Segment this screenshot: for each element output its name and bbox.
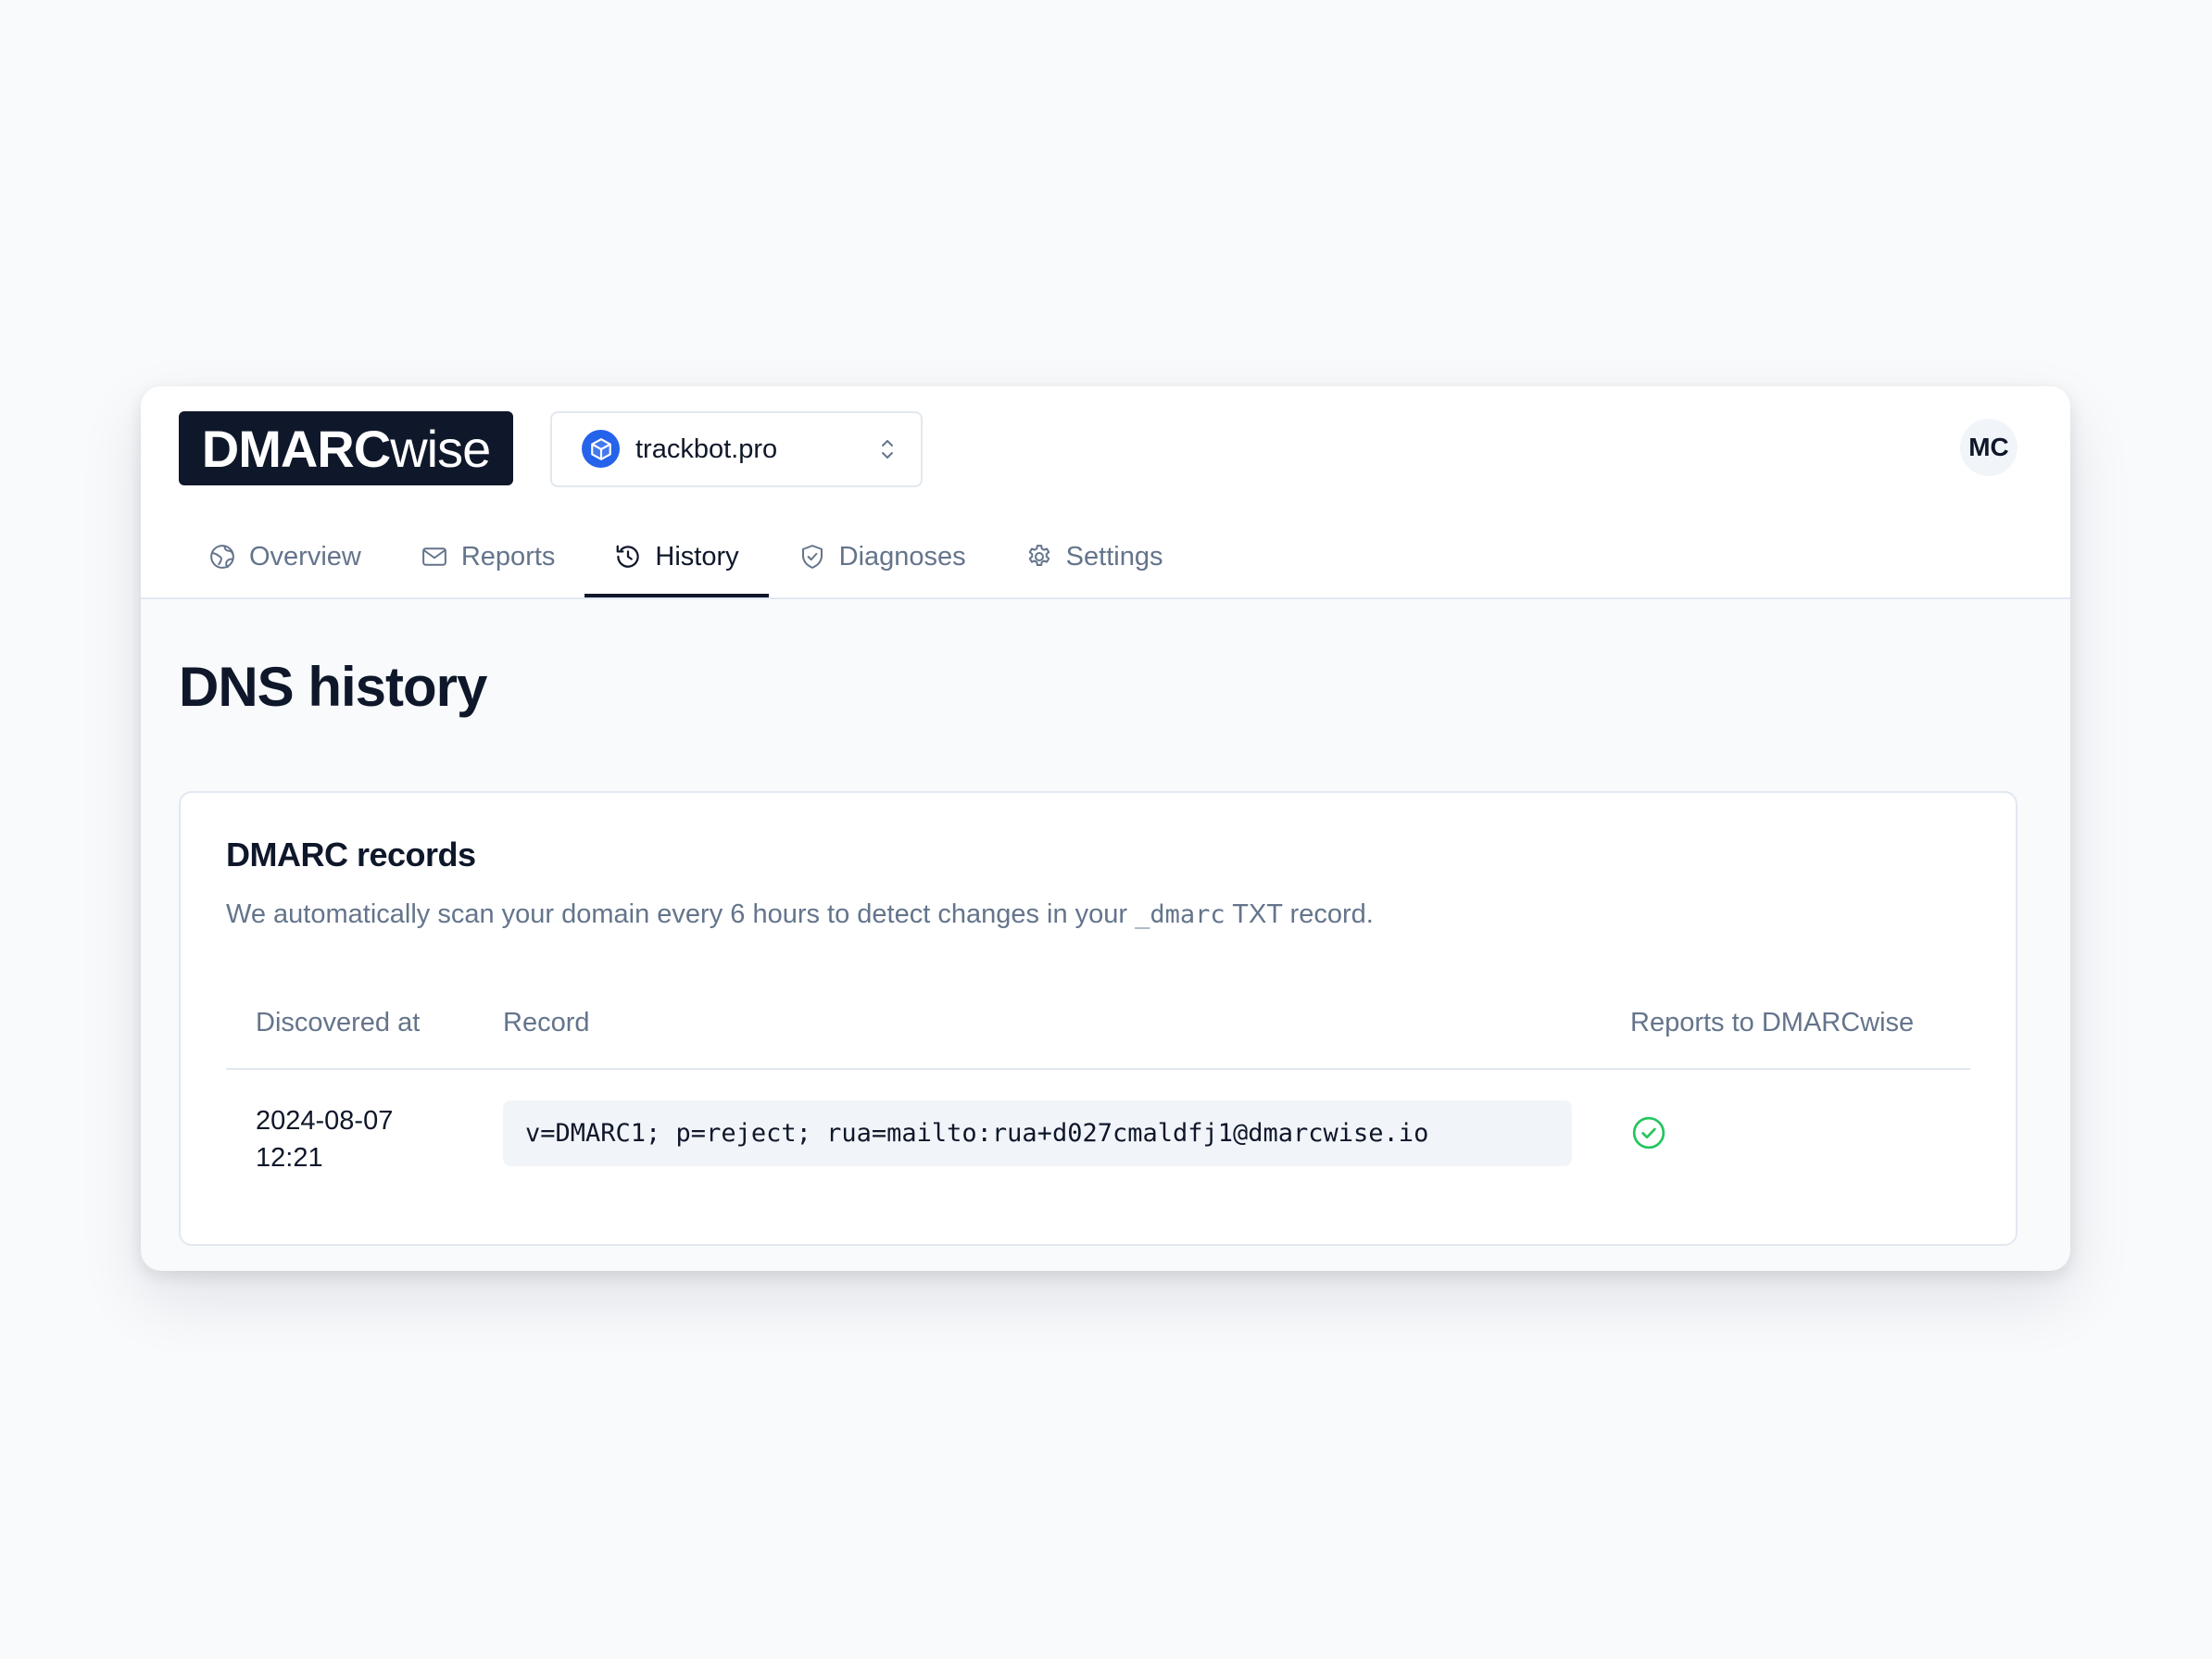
- tab-label: Overview: [249, 541, 361, 572]
- tab-history[interactable]: History: [584, 516, 769, 597]
- logo-light-text: wise: [390, 419, 491, 478]
- user-initials: MC: [1968, 433, 2009, 461]
- chevron-up-down-icon: [882, 440, 893, 459]
- shield-check-icon: [801, 545, 823, 569]
- dmarc-record-name: _dmarc: [1135, 900, 1225, 929]
- card-description-text: We automatically scan your domain every …: [226, 899, 1136, 929]
- column-header-discovered-at: Discovered at: [256, 1008, 421, 1037]
- user-avatar[interactable]: MC: [1960, 419, 2017, 476]
- dmarc-record-value: v=DMARC1; p=reject; rua=mailto:rua+d027c…: [503, 1100, 1572, 1166]
- tab-diagnoses[interactable]: Diagnoses: [769, 516, 996, 597]
- tab-label: Settings: [1065, 541, 1163, 572]
- tab-overview[interactable]: Overview: [179, 516, 391, 597]
- gear-icon: [1028, 545, 1049, 566]
- tab-reports[interactable]: Reports: [391, 516, 585, 597]
- globe-icon: [210, 545, 234, 569]
- dmarc-records-card: DMARC records We automatically scan your…: [179, 791, 2017, 1246]
- column-header-record: Record: [503, 1008, 590, 1037]
- table-divider: [226, 1068, 1970, 1070]
- dmarcwise-logo[interactable]: DMARC wise: [179, 411, 513, 485]
- main-nav-tabs: Overview Reports History Diagnoses Setti…: [179, 516, 1192, 597]
- check-circle-icon: [1632, 1116, 1665, 1150]
- logo-bold-text: DMARC: [201, 419, 391, 478]
- discovered-date: 2024-08-07: [256, 1106, 394, 1136]
- history-icon: [617, 545, 640, 568]
- card-description: We automatically scan your domain every …: [226, 899, 1374, 930]
- page-title: DNS history: [179, 656, 487, 718]
- top-bar: DMARC wise trackbot.pro MC Overview Repo…: [141, 386, 2070, 599]
- card-title: DMARC records: [226, 836, 476, 873]
- card-description-suffix: TXT record.: [1225, 899, 1374, 929]
- domain-selector-value: trackbot.pro: [635, 434, 778, 464]
- discovered-at-cell: 2024-08-07 12:21: [256, 1102, 441, 1176]
- tab-settings[interactable]: Settings: [996, 516, 1193, 597]
- tab-label: History: [655, 541, 739, 572]
- discovered-time: 12:21: [256, 1143, 323, 1173]
- cube-icon: [582, 430, 620, 468]
- mail-icon: [421, 547, 446, 566]
- domain-selector[interactable]: trackbot.pro: [550, 411, 923, 487]
- tab-label: Reports: [460, 541, 556, 572]
- app-window: DMARC wise trackbot.pro MC Overview Repo…: [141, 386, 2070, 1271]
- tab-label: Diagnoses: [838, 541, 966, 572]
- column-header-reports-to-dmarcwise: Reports to DMARCwise: [1630, 1008, 1915, 1037]
